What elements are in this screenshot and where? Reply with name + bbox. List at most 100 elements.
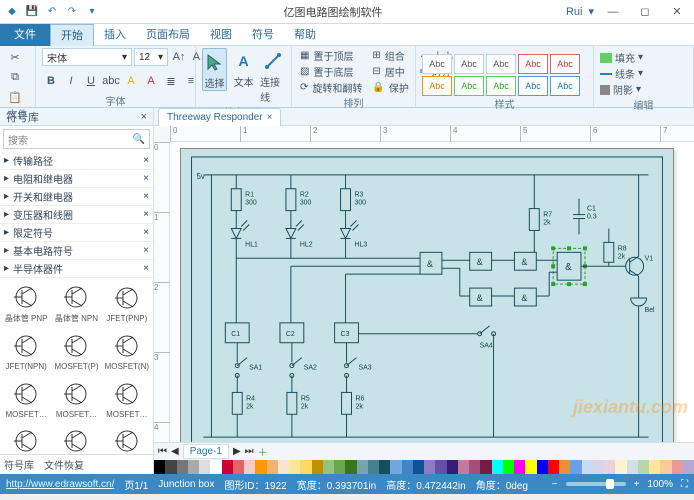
style-swatch[interactable]: Abc bbox=[518, 76, 548, 96]
symbol-cell[interactable]: 晶体管 PNP bbox=[2, 280, 50, 326]
category-close-icon[interactable]: × bbox=[143, 227, 149, 238]
tab-pagelayout[interactable]: 页面布局 bbox=[136, 24, 200, 46]
color-swatch[interactable] bbox=[638, 460, 649, 474]
category-close-icon[interactable]: × bbox=[143, 155, 149, 166]
color-swatch[interactable] bbox=[357, 460, 368, 474]
fit-page-icon[interactable]: ⛶ bbox=[681, 479, 688, 490]
status-url[interactable]: http://www.edrawsoft.cn/ bbox=[6, 479, 114, 490]
ungroup-button[interactable]: ⊟ 居中 bbox=[370, 64, 412, 79]
color-swatch[interactable] bbox=[458, 460, 469, 474]
color-swatch[interactable] bbox=[267, 460, 278, 474]
symbol-cell[interactable]: MOSFET(P) bbox=[52, 328, 100, 374]
color-swatch[interactable] bbox=[312, 460, 323, 474]
color-swatch[interactable] bbox=[559, 460, 570, 474]
copy-icon[interactable]: ⧉ bbox=[6, 68, 24, 86]
color-swatch[interactable] bbox=[627, 460, 638, 474]
qat-dropdown-icon[interactable]: ▾ bbox=[84, 4, 100, 20]
send-back-button[interactable]: ▨ 置于底层 bbox=[298, 64, 366, 79]
side-lib-tab[interactable]: 符号库 bbox=[4, 457, 34, 472]
rotate-flip-button[interactable]: ⟳ 旋转和翻转 bbox=[298, 80, 366, 95]
color-swatch[interactable] bbox=[672, 460, 683, 474]
category-close-icon[interactable]: × bbox=[143, 173, 149, 184]
color-swatch[interactable] bbox=[593, 460, 604, 474]
symbol-cell[interactable]: MOSFET(N) bbox=[103, 328, 151, 374]
color-swatch[interactable] bbox=[649, 460, 660, 474]
category-close-icon[interactable]: × bbox=[143, 209, 149, 220]
group-button[interactable]: ⊞ 组合 bbox=[370, 48, 412, 63]
underline-icon[interactable]: U bbox=[82, 72, 100, 90]
style-swatch[interactable]: Abc bbox=[486, 54, 516, 74]
color-swatch[interactable] bbox=[582, 460, 593, 474]
page-next-icon[interactable]: ▶ bbox=[233, 446, 241, 457]
save-icon[interactable]: 💾 bbox=[24, 4, 40, 20]
panel-close-icon[interactable]: × bbox=[141, 111, 147, 123]
italic-icon[interactable]: I bbox=[62, 72, 80, 90]
symbol-cell[interactable]: MOSFET… bbox=[103, 376, 151, 422]
symbol-cell[interactable]: JFET(NPN) bbox=[2, 328, 50, 374]
color-swatch[interactable] bbox=[537, 460, 548, 474]
page-first-icon[interactable]: ⏮ bbox=[158, 446, 167, 457]
color-swatch[interactable] bbox=[222, 460, 233, 474]
category-item[interactable]: ▸开关和继电器× bbox=[0, 188, 153, 206]
style-gallery[interactable]: Abc Abc Abc Abc Abc Abc Abc Abc Abc Abc bbox=[422, 48, 587, 96]
page-last-icon[interactable]: ⏭ bbox=[245, 446, 254, 457]
category-close-icon[interactable]: × bbox=[143, 263, 149, 274]
color-swatch[interactable] bbox=[199, 460, 210, 474]
color-swatch[interactable] bbox=[165, 460, 176, 474]
color-swatch[interactable] bbox=[300, 460, 311, 474]
page-prev-icon[interactable]: ◀ bbox=[171, 446, 179, 457]
font-family-select[interactable]: 宋体▾ bbox=[42, 48, 132, 66]
color-swatch[interactable] bbox=[177, 460, 188, 474]
text-tool[interactable]: A 文本 bbox=[231, 48, 256, 89]
bullets-icon[interactable]: ≣ bbox=[162, 72, 180, 90]
zoom-out-icon[interactable]: − bbox=[552, 479, 558, 490]
color-swatch[interactable] bbox=[334, 460, 345, 474]
color-swatch[interactable] bbox=[503, 460, 514, 474]
color-swatch[interactable] bbox=[390, 460, 401, 474]
color-swatch[interactable] bbox=[492, 460, 503, 474]
page-add-icon[interactable]: ＋ bbox=[258, 444, 268, 459]
user-dropdown-icon[interactable]: ▾ bbox=[588, 5, 594, 18]
tab-help[interactable]: 帮助 bbox=[284, 24, 326, 46]
color-swatch[interactable] bbox=[323, 460, 334, 474]
select-tool[interactable]: 选择 bbox=[202, 48, 227, 91]
paste-icon[interactable]: 📋 bbox=[6, 88, 24, 106]
document-tab[interactable]: Threeway Responder × bbox=[158, 108, 281, 126]
style-swatch[interactable]: Abc bbox=[454, 54, 484, 74]
color-swatch[interactable] bbox=[570, 460, 581, 474]
zoom-slider[interactable] bbox=[566, 482, 626, 486]
color-swatch[interactable] bbox=[402, 460, 413, 474]
side-recovery-tab[interactable]: 文件恢复 bbox=[44, 457, 84, 472]
color-swatch[interactable] bbox=[289, 460, 300, 474]
color-swatch[interactable] bbox=[413, 460, 424, 474]
color-swatch[interactable] bbox=[548, 460, 559, 474]
style-swatch[interactable]: Abc bbox=[486, 76, 516, 96]
user-label[interactable]: Rui bbox=[566, 6, 583, 18]
style-swatch[interactable]: Abc bbox=[518, 54, 548, 74]
color-swatch[interactable] bbox=[345, 460, 356, 474]
category-close-icon[interactable]: × bbox=[143, 191, 149, 202]
style-swatch[interactable]: Abc bbox=[422, 54, 452, 74]
file-tab[interactable]: 文件 bbox=[0, 24, 50, 46]
close-button[interactable]: ✕ bbox=[664, 2, 690, 22]
shadow-button[interactable]: 阴影 ▾ bbox=[600, 82, 643, 97]
cut-icon[interactable]: ✂ bbox=[6, 48, 24, 66]
page-surface[interactable]: 5v R1 300 bbox=[180, 148, 674, 442]
color-swatch[interactable] bbox=[278, 460, 289, 474]
color-swatch[interactable] bbox=[368, 460, 379, 474]
fontcolor-icon[interactable]: A bbox=[142, 72, 160, 90]
category-item[interactable]: ▸变压器和线圈× bbox=[0, 206, 153, 224]
font-size-select[interactable]: 12▾ bbox=[134, 48, 168, 66]
color-swatch[interactable] bbox=[683, 460, 694, 474]
style-swatch[interactable]: Abc bbox=[550, 54, 580, 74]
page-tab-1[interactable]: Page-1 bbox=[183, 444, 229, 459]
fill-button[interactable]: 填充 ▾ bbox=[600, 50, 643, 65]
color-swatch[interactable] bbox=[615, 460, 626, 474]
maximize-button[interactable]: ◻ bbox=[632, 2, 658, 22]
color-swatch[interactable] bbox=[447, 460, 458, 474]
color-swatch[interactable] bbox=[233, 460, 244, 474]
connector-tool[interactable]: 连接线 bbox=[260, 48, 285, 104]
category-close-icon[interactable]: × bbox=[143, 245, 149, 256]
color-bar[interactable] bbox=[154, 460, 694, 474]
protect-button[interactable]: 🔒 保护 bbox=[370, 80, 412, 95]
